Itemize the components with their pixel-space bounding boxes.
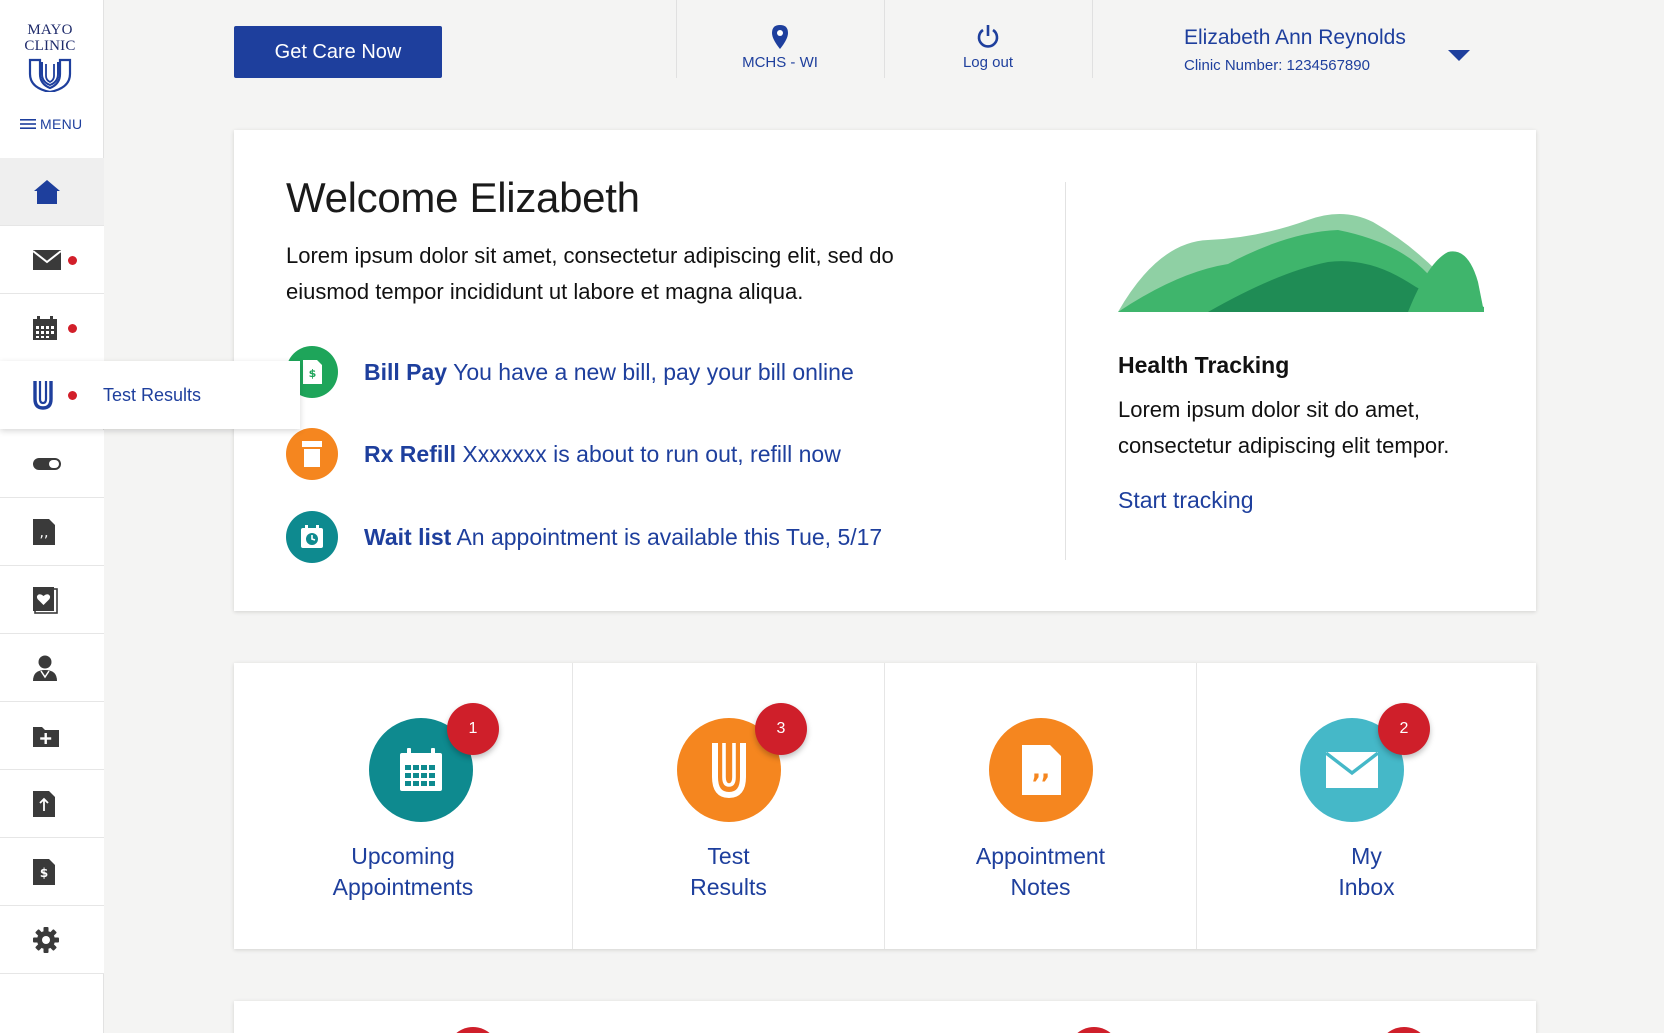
doctor-icon (33, 655, 57, 681)
notes-icon: ,, (33, 518, 55, 545)
mayo-shield-icon (28, 58, 72, 92)
alert-message: An appointment is available this Tue, 5/… (456, 523, 883, 550)
alert-title: Wait list (364, 523, 452, 550)
health-tracking-body: Lorem ipsum dolor sit do amet, consectet… (1118, 397, 1450, 458)
alert-message: You have a new bill, pay your bill onlin… (453, 358, 854, 385)
page-title: Welcome Elizabeth (286, 174, 640, 221)
sidebar-item-medications[interactable] (0, 430, 104, 498)
menu-button[interactable]: MENU (20, 116, 82, 132)
user-name: Elizabeth Ann Reynolds (1184, 26, 1406, 49)
clinic-number: Clinic Number: 1234567890 (1184, 57, 1370, 74)
tile-test-results[interactable]: 3 Test Results (573, 663, 885, 949)
sidebar: MAYO CLINIC MENU ,, $ (0, 0, 104, 1033)
gear-icon (33, 926, 59, 953)
tile-label: Appointment Notes (975, 843, 1106, 900)
rx-bottle-icon (286, 428, 338, 480)
card-divider (1065, 182, 1066, 560)
alert-message: Xxxxxxx is about to run out, refill now (462, 440, 841, 467)
alert-title: Bill Pay (364, 358, 448, 385)
header-divider (884, 0, 885, 78)
folder-add-icon (33, 726, 59, 747)
sidebar-item-home[interactable] (0, 158, 104, 226)
sidebar-item-billing[interactable]: $ (0, 838, 104, 906)
user-account-menu[interactable]: Elizabeth Ann Reynolds Clinic Number: 12… (1184, 26, 1406, 74)
test-tube-icon (33, 381, 53, 410)
location-button[interactable]: MCHS - WI (690, 24, 870, 71)
tile-label: My Inbox (1338, 843, 1395, 900)
mayo-clinic-logo[interactable]: MAYO CLINIC (14, 22, 86, 92)
alert-wait-list[interactable]: Wait list An appointment is available th… (286, 511, 882, 563)
notification-badge (447, 1027, 499, 1033)
chevron-down-icon[interactable] (1448, 50, 1470, 61)
svg-text:$: $ (40, 866, 48, 880)
header-divider (1092, 0, 1093, 78)
quick-access-tiles: 1 Upcoming Appointments 3 Test Results ,… (234, 663, 1536, 949)
get-care-now-button[interactable]: Get Care Now (234, 26, 442, 78)
sidebar-item-health-record[interactable] (0, 566, 104, 634)
notification-badge: 2 (1378, 703, 1430, 755)
alert-title: Rx Refill (364, 440, 457, 467)
notification-dot (68, 256, 77, 265)
logout-button[interactable]: Log out (898, 24, 1078, 71)
calendar-clock-icon (286, 511, 338, 563)
upload-document-icon (33, 790, 55, 817)
health-record-icon (33, 586, 58, 614)
health-tracking-title: Health Tracking (1118, 352, 1290, 378)
sidebar-item-messages[interactable] (0, 226, 104, 294)
notification-badge (1068, 1027, 1120, 1033)
svg-text:,,: ,, (1032, 756, 1050, 784)
sidebar-item-test-results[interactable]: Test Results (0, 361, 300, 429)
start-tracking-link[interactable]: Start tracking (1118, 487, 1254, 514)
hamburger-icon (20, 119, 36, 129)
sidebar-item-care-team[interactable] (0, 634, 104, 702)
sidebar-item-appointments[interactable] (0, 294, 104, 362)
notification-dot (68, 391, 77, 400)
billing-icon: $ (33, 858, 55, 885)
power-icon (977, 25, 999, 48)
svg-text:$: $ (309, 367, 317, 380)
notification-badge (1378, 1027, 1430, 1033)
sidebar-item-upload[interactable] (0, 770, 104, 838)
sidebar-item-label: Test Results (103, 385, 202, 405)
welcome-message: Lorem ipsum dolor sit amet, consectetur … (286, 243, 894, 304)
menu-label: MENU (40, 116, 83, 132)
home-icon (34, 179, 60, 204)
notification-dot (68, 324, 77, 333)
notification-badge: 1 (447, 703, 499, 755)
svg-text:,,: ,, (40, 525, 49, 541)
pill-icon (33, 457, 61, 470)
notification-badge: 3 (755, 703, 807, 755)
alert-bill-pay[interactable]: $ Bill Pay You have a new bill, pay your… (286, 346, 854, 398)
tile-label: Upcoming Appointments (332, 843, 474, 900)
mail-icon (32, 249, 62, 270)
welcome-card: Welcome Elizabeth Lorem ipsum dolor sit … (234, 130, 1536, 611)
health-tracking-illustration (1118, 213, 1484, 312)
secondary-card (234, 1001, 1536, 1033)
tile-appointment-notes[interactable]: ,, Appointment Notes (885, 663, 1197, 949)
alert-rx-refill[interactable]: Rx Refill Xxxxxxx is about to run out, r… (286, 428, 841, 480)
calendar-icon (33, 315, 57, 340)
tile-upcoming-appointments[interactable]: 1 Upcoming Appointments (234, 663, 573, 949)
sidebar-item-notes[interactable]: ,, (0, 498, 104, 566)
logout-label: Log out (962, 54, 1014, 71)
header-divider (676, 0, 677, 78)
tile-label: Test Results (690, 843, 767, 900)
logo-text-line2: CLINIC (24, 38, 76, 54)
location-label: MCHS - WI (742, 54, 818, 71)
logo-text-line1: MAYO (27, 22, 73, 38)
notes-icon: ,, (989, 718, 1093, 822)
sidebar-item-settings[interactable] (0, 906, 104, 974)
location-pin-icon (772, 25, 788, 49)
tile-my-inbox[interactable]: 2 My Inbox (1197, 663, 1536, 949)
sidebar-item-documents[interactable] (0, 702, 104, 770)
